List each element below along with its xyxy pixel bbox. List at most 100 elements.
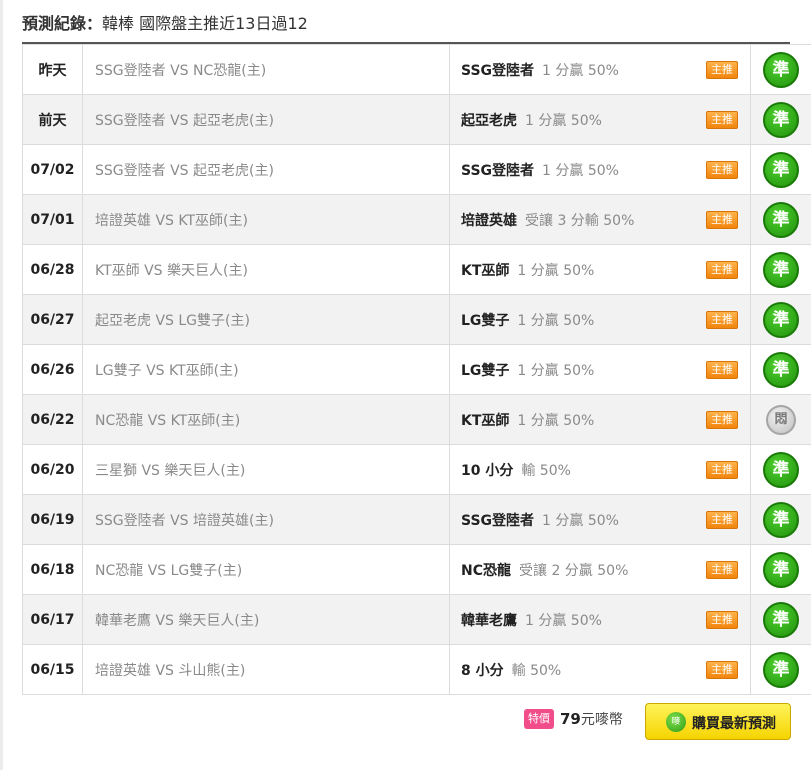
record-date: 06/19 (22, 494, 83, 545)
result-badge-icon: 悶 (766, 404, 796, 435)
record-result: 準 (750, 194, 811, 245)
main-pick-tag: 主推 (706, 560, 738, 579)
record-pick: 培證英雄 受讓 3 分輸 50% 主推 (449, 194, 751, 245)
result-badge-icon: 準 (763, 501, 799, 538)
main-pick-tag: 主推 (706, 260, 738, 279)
record-result: 準 (750, 244, 811, 295)
record-date: 06/15 (22, 644, 83, 695)
record-pick: LG雙子 1 分贏 50% 主推 (449, 344, 751, 395)
page-title: 預測紀錄：韓棒 國際盤主推近13日過12 (22, 10, 308, 34)
price-unit: 元嘜幣 (580, 712, 623, 728)
price-info: 特價 79元嘜幣 (524, 709, 623, 733)
record-match: NC恐龍 VS KT巫師(主) (82, 394, 450, 445)
main-pick-tag: 主推 (706, 110, 738, 129)
pick-odds: 受讓 2 分贏 50% (519, 562, 629, 579)
record-match: LG雙子 VS KT巫師(主) (82, 344, 450, 395)
record-date: 06/26 (22, 344, 83, 395)
record-row: 06/22 NC恐龍 VS KT巫師(主) KT巫師 1 分贏 50% 主推 悶 (22, 394, 811, 445)
record-result: 準 (750, 644, 811, 695)
record-pick: KT巫師 1 分贏 50% 主推 (449, 394, 751, 445)
main-pick-tag: 主推 (706, 610, 738, 629)
pick-odds: 輸 50% (511, 662, 562, 679)
record-date: 06/17 (22, 594, 83, 645)
main-pick-tag: 主推 (706, 510, 738, 529)
record-match: SSG登陸者 VS 起亞老虎(主) (82, 144, 450, 195)
record-date: 06/28 (22, 244, 83, 295)
pick-team: 10 小分 (461, 462, 514, 479)
record-match: NC恐龍 VS LG雙子(主) (82, 544, 450, 595)
record-pick: 8 小分輸 50% 主推 (449, 644, 751, 695)
record-date: 07/02 (22, 144, 83, 195)
record-result: 準 (750, 544, 811, 595)
coin-icon: 嘜 (666, 712, 686, 732)
record-result: 準 (750, 494, 811, 545)
title-main: 韓棒 國際盤主推近13日過12 (102, 14, 308, 33)
record-result: 準 (750, 594, 811, 645)
record-match: 三星獅 VS 樂天巨人(主) (82, 444, 450, 495)
result-badge-icon: 準 (763, 151, 799, 188)
pick-odds: 輸 50% (521, 462, 571, 479)
record-row: 06/15 培證英雄 VS 斗山熊(主) 8 小分輸 50% 主推 準 (22, 644, 811, 695)
record-pick: LG雙子 1 分贏 50% 主推 (449, 294, 751, 345)
record-date: 06/27 (22, 294, 83, 345)
record-date: 06/18 (22, 544, 83, 595)
left-edge-divider (0, 0, 3, 770)
record-pick: SSG登陸者 1 分贏 50% 主推 (449, 144, 751, 195)
records-table: 昨天 SSG登陸者 VS NC恐龍(主) SSG登陸者 1 分贏 50% 主推準前天 SS… (22, 44, 811, 695)
pick-odds: 1 分贏 50% (542, 512, 619, 529)
buy-latest-prediction-button[interactable]: 嘜 購買最新預測 (645, 703, 791, 740)
record-row: 06/17 韓華老鷹 VS 樂天巨人(主) 韓華老鷹 1 分贏 50% 主推 準 (22, 594, 811, 645)
records-body: 昨天 SSG登陸者 VS NC恐龍(主) SSG登陸者 1 分贏 50% 主推準前天 SS… (22, 44, 811, 695)
record-row: 06/28 KT巫師 VS 樂天巨人(主) KT巫師 1 分贏 50% 主推 準 (22, 244, 811, 295)
main-pick-tag: 主推 (706, 660, 738, 679)
record-row: 06/20 三星獅 VS 樂天巨人(主) 10 小分輸 50% 主推 準 (22, 444, 811, 495)
main-pick-tag: 主推 (706, 460, 738, 479)
pick-odds: 1 分贏 50% (517, 262, 595, 279)
record-result: 準 (750, 294, 811, 345)
records-header: 預測紀錄：韓棒 國際盤主推近13日過12 (22, 0, 790, 44)
pick-team: LG雙子 (461, 362, 510, 379)
price-value: 79 (560, 710, 581, 728)
record-match: KT巫師 VS 樂天巨人(主) (82, 244, 450, 295)
record-row: 前天 SSG登陸者 VS 起亞老虎(主) 起亞老虎 1 分贏 50% 主推 準 (22, 94, 811, 145)
pick-odds: 1 分贏 50% (525, 612, 602, 629)
pick-team: SSG登陸者 (461, 62, 535, 79)
main-pick-tag: 主推 (706, 160, 738, 179)
pick-odds: 1 分贏 50% (525, 112, 602, 129)
result-badge-icon: 準 (763, 251, 799, 288)
record-match: 培證英雄 VS 斗山熊(主) (82, 644, 450, 695)
main-pick-tag: 主推 (706, 210, 738, 229)
result-badge-icon: 準 (763, 651, 799, 688)
pick-odds: 1 分贏 50% (542, 162, 619, 179)
record-match: SSG登陸者 VS 培證英雄(主) (82, 494, 450, 545)
record-pick: NC恐龍 受讓 2 分贏 50% 主推 (449, 544, 751, 595)
record-pick: 起亞老虎 1 分贏 50% 主推 (449, 94, 751, 145)
record-result: 悶 (750, 394, 811, 445)
pick-team: SSG登陸者 (461, 512, 535, 529)
title-prefix: 預測紀錄： (22, 14, 103, 33)
record-pick: SSG登陸者 1 分贏 50% 主推 (449, 494, 751, 545)
record-pick: 10 小分輸 50% 主推 (449, 444, 751, 495)
record-match: SSG登陸者 VS NC恐龍(主) (82, 44, 450, 95)
pick-team: 起亞老虎 (461, 112, 517, 129)
pick-team: 培證英雄 (461, 212, 517, 229)
pick-team: KT巫師 (461, 412, 510, 429)
pick-odds: 1 分贏 50% (517, 312, 595, 329)
pick-odds: 1 分贏 50% (542, 62, 619, 79)
pick-team: LG雙子 (461, 312, 510, 329)
result-badge-icon: 準 (763, 551, 799, 588)
pick-team: 8 小分 (461, 662, 504, 679)
main-pick-tag: 主推 (706, 310, 738, 329)
result-badge-icon: 準 (763, 601, 799, 638)
record-pick: SSG登陸者 1 分贏 50% 主推 (449, 44, 751, 95)
record-result: 準 (750, 94, 811, 145)
sale-badge: 特價 (524, 709, 554, 729)
record-result: 準 (750, 44, 811, 95)
result-badge-icon: 準 (763, 451, 799, 488)
pick-team: 韓華老鷹 (461, 612, 517, 629)
pick-team: SSG登陸者 (461, 162, 535, 179)
record-match: SSG登陸者 VS 起亞老虎(主) (82, 94, 450, 145)
record-match: 韓華老鷹 VS 樂天巨人(主) (82, 594, 450, 645)
record-result: 準 (750, 444, 811, 495)
record-pick: KT巫師 1 分贏 50% 主推 (449, 244, 751, 295)
